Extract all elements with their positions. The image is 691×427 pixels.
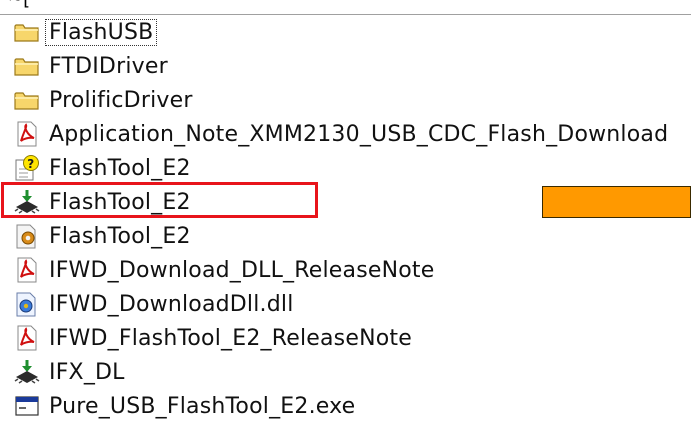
cut-off-header-text: ~[ xyxy=(8,0,30,9)
file-name: FlashTool_E2 xyxy=(49,223,191,249)
file-item-ifwd-dll-releasenote[interactable]: IFWD_Download_DLL_ReleaseNote xyxy=(0,253,691,287)
pdf-icon xyxy=(10,321,44,355)
file-name: ProlificDriver xyxy=(49,87,193,113)
file-name: IFWD_FlashTool_E2_ReleaseNote xyxy=(49,325,412,351)
folder-icon xyxy=(10,15,44,49)
file-item-flashtool-config[interactable]: FlashTool_E2 xyxy=(0,219,691,253)
file-name: IFX_DL xyxy=(49,359,125,385)
file-name: Pure_USB_FlashTool_E2.exe xyxy=(49,393,356,419)
file-item-prolificdriver[interactable]: ProlificDriver xyxy=(0,83,691,117)
config-file-icon xyxy=(10,219,44,253)
file-item-flashusb[interactable]: FlashUSB xyxy=(0,15,691,49)
file-item-application-note[interactable]: Application_Note_XMM2130_USB_CDC_Flash_D… xyxy=(0,117,691,151)
file-item-pure-usb-exe[interactable]: Pure_USB_FlashTool_E2.exe xyxy=(0,389,691,423)
file-item-ifx-dl[interactable]: IFX_DL xyxy=(0,355,691,389)
file-name: IFWD_Download_DLL_ReleaseNote xyxy=(49,257,435,283)
chip-app-icon xyxy=(10,355,44,389)
exe-window-icon xyxy=(10,389,44,423)
folder-icon xyxy=(10,83,44,117)
file-name: FlashUSB xyxy=(44,18,158,46)
red-highlight-box xyxy=(1,182,318,218)
file-name: FlashTool_E2 xyxy=(49,155,191,181)
file-name: IFWD_DownloadDll.dll xyxy=(49,291,294,317)
svg-text:?: ? xyxy=(27,157,34,171)
file-item-ifwd-dll[interactable]: IFWD_DownloadDll.dll xyxy=(0,287,691,321)
help-file-icon: ? xyxy=(10,151,44,185)
file-item-ifwd-flashtool-releasenote[interactable]: IFWD_FlashTool_E2_ReleaseNote xyxy=(0,321,691,355)
file-item-ftdidriver[interactable]: FTDIDriver xyxy=(0,49,691,83)
dll-icon xyxy=(10,287,44,321)
orange-marker-bar xyxy=(542,186,691,218)
file-item-flashtool-help[interactable]: ? FlashTool_E2 xyxy=(0,151,691,185)
file-list: FlashUSB FTDIDriver ProlificDriver Appli… xyxy=(0,15,691,423)
pdf-icon xyxy=(10,253,44,287)
folder-icon xyxy=(10,49,44,83)
pdf-icon xyxy=(10,117,44,151)
window-top-border: ~[ xyxy=(0,0,691,15)
file-name: Application_Note_XMM2130_USB_CDC_Flash_D… xyxy=(49,121,669,147)
file-name: FTDIDriver xyxy=(49,53,168,79)
